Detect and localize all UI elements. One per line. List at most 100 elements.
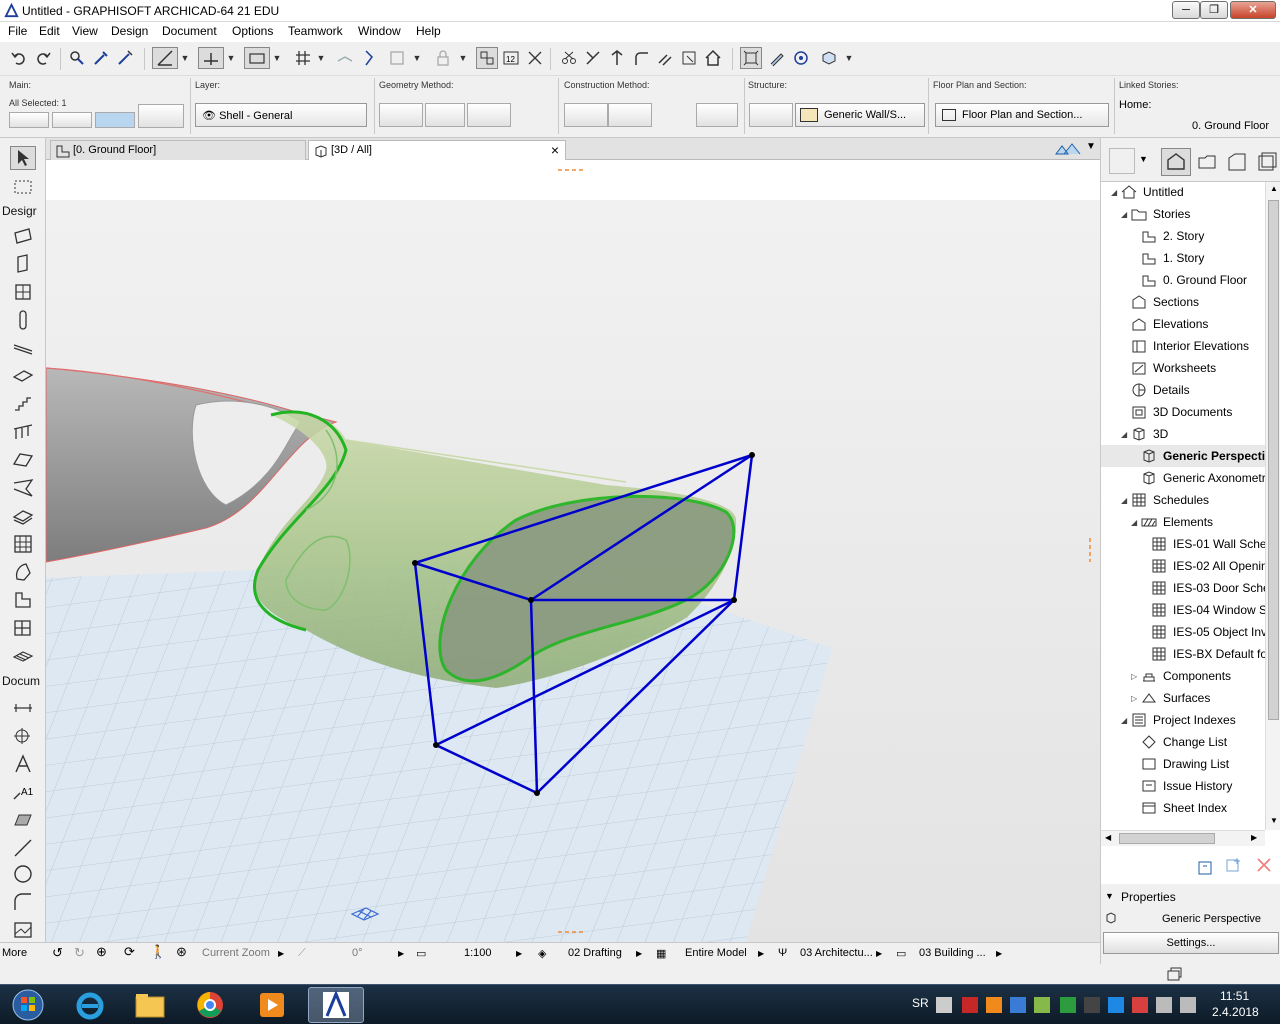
update-tray-icon[interactable] xyxy=(1034,997,1050,1013)
media-player-icon[interactable] xyxy=(244,987,300,1023)
minimize-button[interactable]: ─ xyxy=(1172,1,1200,19)
3d-view-icon[interactable] xyxy=(740,47,762,69)
tab-list-dropdown-icon[interactable]: ▼ xyxy=(1086,141,1096,152)
start-button[interactable] xyxy=(2,987,54,1023)
window-tool-icon[interactable] xyxy=(10,280,36,304)
properties-collapse-icon[interactable]: ▼ xyxy=(1105,891,1114,901)
menu-file[interactable]: File xyxy=(8,24,27,38)
marquee-tool-icon[interactable] xyxy=(10,175,36,199)
more-button[interactable]: More xyxy=(2,947,27,959)
model-view-dropdown-icon[interactable]: ▶ xyxy=(758,949,764,958)
column-tool-icon[interactable] xyxy=(10,308,36,332)
navigator-item-untitled[interactable]: Untitled xyxy=(1121,181,1265,203)
beam-tool-icon[interactable] xyxy=(10,336,36,360)
arc-tool-icon[interactable] xyxy=(10,890,36,914)
navigator-item-2-story[interactable]: 2. Story xyxy=(1141,225,1265,247)
tab-ground-floor[interactable]: [0. Ground Floor] xyxy=(50,140,306,160)
navigator-vertical-scrollbar[interactable]: ▲ ▼ xyxy=(1265,182,1280,830)
vlc-tray-icon[interactable] xyxy=(986,997,1002,1013)
door-tool-icon[interactable] xyxy=(10,252,36,276)
figure-tool-icon[interactable] xyxy=(10,918,36,942)
arrow-tool-icon[interactable] xyxy=(10,146,36,170)
clock-time[interactable]: 11:51 xyxy=(1220,989,1249,1003)
navigator-item-elements[interactable]: Elements xyxy=(1141,511,1265,533)
tab-close-icon[interactable]: × xyxy=(551,142,559,158)
zoom-dropdown-icon[interactable]: ▶ xyxy=(278,949,284,958)
delete-view-icon[interactable] xyxy=(1255,856,1273,874)
redo-zoom-icon[interactable]: ↻ xyxy=(74,945,85,961)
tab-3d-all[interactable]: [3D / All] × xyxy=(308,140,566,160)
archicad-task-icon[interactable] xyxy=(308,987,364,1023)
structure-type-button[interactable] xyxy=(749,103,793,127)
curtain-wall-tool-icon[interactable] xyxy=(10,532,36,556)
grid-dropdown-icon[interactable]: ▼ xyxy=(314,47,328,69)
stair-tool-icon[interactable] xyxy=(10,392,36,416)
terrain-tool-icon[interactable] xyxy=(10,644,36,668)
pen-set-dropdown-icon[interactable]: ▶ xyxy=(876,949,882,958)
publisher-sets-icon[interactable] xyxy=(1255,150,1279,174)
navigator-item-ies-02-all-openin[interactable]: IES-02 All Openin xyxy=(1151,555,1265,577)
tree-expand-arrow-icon[interactable]: ◢ xyxy=(1121,210,1129,219)
home-icon[interactable] xyxy=(702,47,724,69)
angle-value[interactable]: 0° xyxy=(352,947,363,959)
3d-viewport[interactable] xyxy=(46,160,1100,942)
3d-style-icon[interactable] xyxy=(818,47,840,69)
navigator-scroll-thumb[interactable] xyxy=(1268,200,1279,720)
model-view-value[interactable]: Entire Model xyxy=(685,947,747,959)
floorplan-dropdown[interactable]: Floor Plan and Section... xyxy=(935,103,1109,127)
navigator-item-generic-axonometr[interactable]: Generic Axonometr xyxy=(1141,467,1265,489)
menu-teamwork[interactable]: Teamwork xyxy=(288,24,343,38)
construction-basic-button[interactable] xyxy=(564,103,608,127)
zone-tool-icon[interactable] xyxy=(10,588,36,612)
trace-icon[interactable] xyxy=(358,47,380,69)
monitor-tray-icon[interactable] xyxy=(1010,997,1026,1013)
angle-dropdown-icon[interactable]: ▶ xyxy=(398,949,404,958)
fill-tool-icon[interactable] xyxy=(10,808,36,832)
layer-combo-value[interactable]: 02 Drafting xyxy=(568,947,622,959)
circle-tool-icon[interactable] xyxy=(10,862,36,886)
railing-tool-icon[interactable] xyxy=(10,420,36,444)
volume-icon[interactable] xyxy=(1180,997,1196,1013)
roof-tool-icon[interactable] xyxy=(10,448,36,472)
home-story-value[interactable]: 0. Ground Floor xyxy=(1192,120,1269,132)
navigator-item-ies-05-object-inve[interactable]: IES-05 Object Inve xyxy=(1151,621,1265,643)
syringe-icon[interactable] xyxy=(114,47,136,69)
navigator-tree-icon[interactable] xyxy=(1109,148,1135,174)
project-map-icon[interactable] xyxy=(1161,148,1191,176)
internet-explorer-icon[interactable] xyxy=(62,987,118,1023)
security-tray-icon[interactable] xyxy=(1108,997,1124,1013)
navigator-item-sheet-index[interactable]: Sheet Index xyxy=(1141,797,1265,819)
network-tray-icon[interactable] xyxy=(1132,997,1148,1013)
menu-view[interactable]: View xyxy=(72,24,98,38)
tree-expand-arrow-icon[interactable]: ◢ xyxy=(1111,188,1119,197)
navigator-item-project-indexes[interactable]: Project Indexes xyxy=(1131,709,1265,731)
redo-icon[interactable] xyxy=(32,47,54,69)
navigate-icon[interactable] xyxy=(790,47,812,69)
zoom-icon[interactable]: ⊕ xyxy=(96,944,107,960)
navigator-item-3d[interactable]: 3D xyxy=(1131,423,1265,445)
morph-tool-icon[interactable] xyxy=(10,504,36,528)
menu-edit[interactable]: Edit xyxy=(39,24,60,38)
settings-button[interactable]: Settings... xyxy=(1103,932,1279,954)
language-indicator[interactable]: SR xyxy=(912,996,929,1010)
grid-snap-icon[interactable] xyxy=(292,47,314,69)
menu-window[interactable]: Window xyxy=(358,24,401,38)
navigator-item-ies-03-door-sche[interactable]: IES-03 Door Sche xyxy=(1151,577,1265,599)
wall-tool-icon[interactable] xyxy=(10,224,36,248)
ghost-story-icon[interactable] xyxy=(334,47,356,69)
menu-document[interactable]: Document xyxy=(162,24,217,38)
zoom-value[interactable]: Current Zoom xyxy=(202,947,270,959)
navigator-item-ies-01-wall-schec[interactable]: IES-01 Wall Schec xyxy=(1151,533,1265,555)
level-dimension-tool-icon[interactable] xyxy=(10,724,36,748)
shell-type-button[interactable] xyxy=(95,112,135,128)
design-header[interactable]: Desigr xyxy=(2,204,37,218)
navigator-item-surfaces[interactable]: Surfaces xyxy=(1141,687,1265,709)
resize-icon[interactable] xyxy=(678,47,700,69)
navigator-item-change-list[interactable]: Change List xyxy=(1141,731,1265,753)
keyboard-tray-icon[interactable] xyxy=(936,997,952,1013)
navigator-item-issue-history[interactable]: Issue History xyxy=(1141,775,1265,797)
find-select-icon[interactable] xyxy=(66,47,88,69)
suspend-groups-icon[interactable] xyxy=(476,47,498,69)
layer-combo-dropdown-icon[interactable]: ▶ xyxy=(636,949,642,958)
slab-tool-icon[interactable] xyxy=(10,364,36,388)
